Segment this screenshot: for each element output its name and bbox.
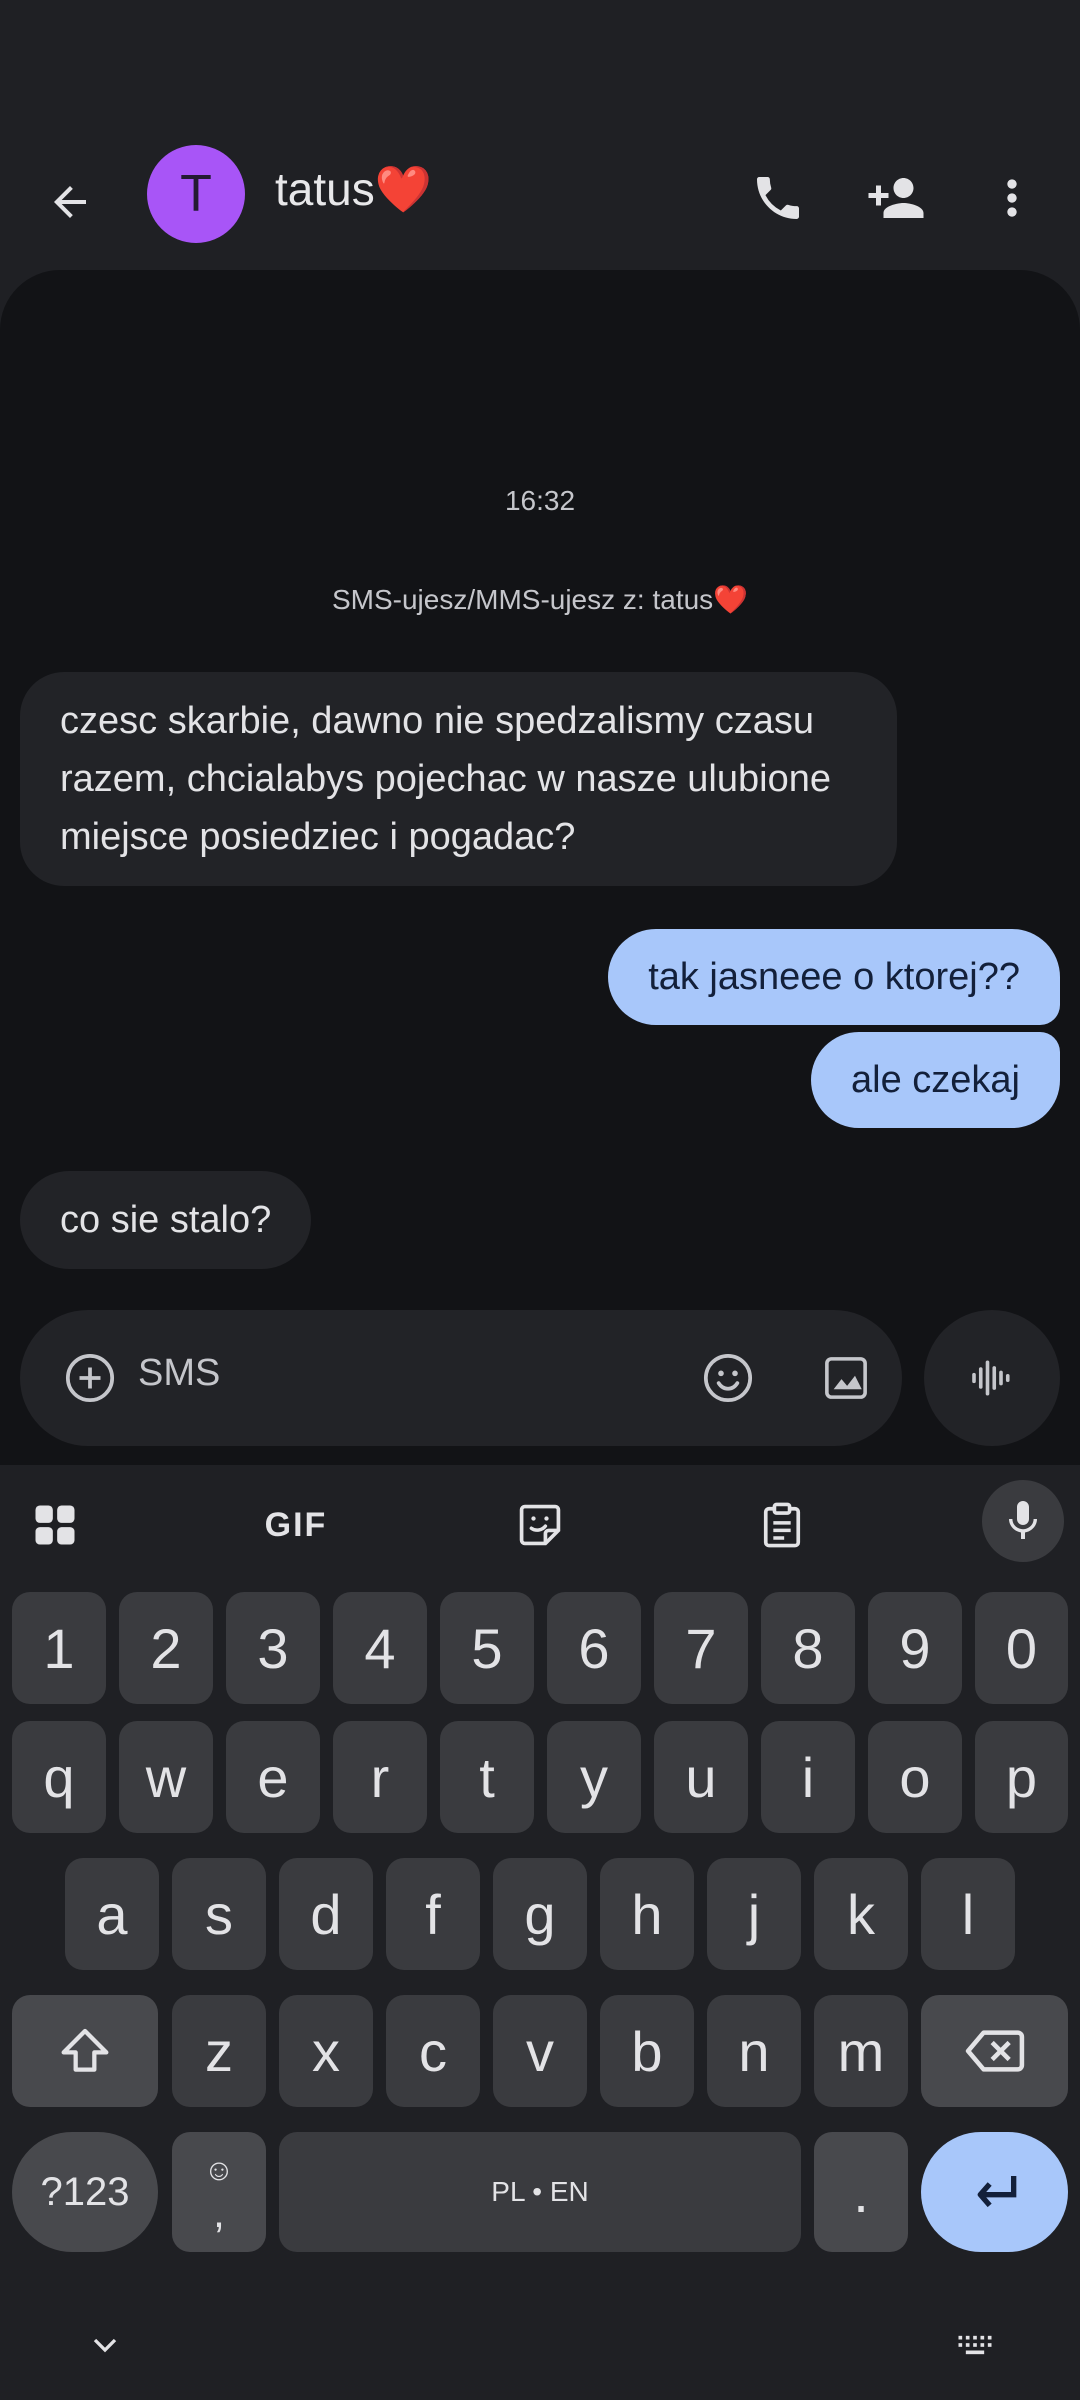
keyboard-apps-button[interactable] (15, 1485, 95, 1565)
avatar-letter: T (180, 165, 212, 223)
emoji-comma-key[interactable]: ☺ , (172, 2132, 266, 2252)
call-button[interactable] (738, 158, 818, 238)
key-j[interactable]: j (707, 1858, 801, 1970)
person-add-icon (868, 178, 924, 218)
more-vert-icon (1007, 179, 1017, 217)
message-incoming[interactable]: co sie stalo? (20, 1171, 312, 1269)
key-g[interactable]: g (493, 1858, 587, 1970)
key-k[interactable]: k (814, 1858, 908, 1970)
key-d[interactable]: d (279, 1858, 373, 1970)
image-icon (825, 1357, 867, 1399)
key-i[interactable]: i (761, 1721, 855, 1833)
status-bar (0, 0, 1080, 120)
enter-icon (977, 2176, 1016, 2208)
key-n[interactable]: n (707, 1995, 801, 2107)
key-c[interactable]: c (386, 1995, 480, 2107)
key-m[interactable]: m (814, 1995, 908, 2107)
symbols-key[interactable]: ?123 (12, 2132, 158, 2252)
gallery-button[interactable] (806, 1338, 886, 1418)
emoji-button[interactable] (688, 1338, 768, 1418)
key-p[interactable]: p (975, 1721, 1068, 1833)
emoji-icon (703, 1353, 753, 1403)
message-outgoing[interactable]: ale czekaj (811, 1032, 1060, 1128)
grid-icon (35, 1505, 75, 1545)
shift-icon (61, 2028, 109, 2072)
gif-button[interactable]: GIF (256, 1485, 336, 1565)
key-f[interactable]: f (386, 1858, 480, 1970)
key-6[interactable]: 6 (547, 1592, 641, 1704)
key-3[interactable]: 3 (226, 1592, 320, 1704)
key-h[interactable]: h (600, 1858, 694, 1970)
hide-keyboard-button[interactable] (65, 2315, 145, 2375)
key-1[interactable]: 1 (12, 1592, 106, 1704)
message-outgoing[interactable]: tak jasneee o ktorej?? (608, 929, 1060, 1025)
message-input[interactable]: SMS (138, 1352, 220, 1395)
key-4[interactable]: 4 (333, 1592, 427, 1704)
key-7[interactable]: 7 (654, 1592, 748, 1704)
keyboard: GIF 1 2 3 4 5 6 7 8 9 0 q w e r t y u i … (0, 1465, 1080, 2400)
keyboard-voice-button[interactable] (982, 1480, 1064, 1562)
compose-bar: SMS (20, 1310, 902, 1446)
contact-name[interactable]: tatus❤️ (275, 162, 432, 217)
key-e[interactable]: e (226, 1721, 320, 1833)
mic-icon (1009, 1501, 1037, 1539)
period-key[interactable]: . (814, 2132, 908, 2252)
emoji-key-icon: ☺ (203, 2154, 235, 2187)
phone-icon (757, 177, 799, 219)
add-contact-button[interactable] (856, 158, 936, 238)
key-x[interactable]: x (279, 1995, 373, 2107)
conversation: 16:32 SMS-ujesz/MMS-ujesz z: tatus❤️ cze… (0, 270, 1080, 1465)
message-timestamp: 16:32 (504, 485, 576, 516)
key-q[interactable]: q (12, 1721, 106, 1833)
sms-info: SMS-ujesz/MMS-ujesz z: tatus❤️ (331, 584, 749, 615)
enter-key[interactable] (921, 2132, 1068, 2252)
more-options-button[interactable] (972, 158, 1052, 238)
chevron-down-icon (93, 2338, 117, 2353)
sticker-icon (519, 1504, 561, 1546)
key-w[interactable]: w (119, 1721, 213, 1833)
key-s[interactable]: s (172, 1858, 266, 1970)
clipboard-icon (763, 1502, 801, 1548)
avatar[interactable]: T (147, 145, 245, 243)
sticker-button[interactable] (500, 1485, 580, 1565)
key-5[interactable]: 5 (440, 1592, 534, 1704)
key-8[interactable]: 8 (761, 1592, 855, 1704)
key-b[interactable]: b (600, 1995, 694, 2107)
key-9[interactable]: 9 (868, 1592, 962, 1704)
backspace-icon (965, 2030, 1024, 2072)
space-key[interactable]: PL • EN (279, 2132, 801, 2252)
add-circle-icon (65, 1353, 115, 1403)
backspace-key[interactable] (921, 1995, 1068, 2107)
key-z[interactable]: z (172, 1995, 266, 2107)
key-o[interactable]: o (868, 1721, 962, 1833)
key-t[interactable]: t (440, 1721, 534, 1833)
key-r[interactable]: r (333, 1721, 427, 1833)
switch-keyboard-button[interactable] (935, 2315, 1015, 2375)
key-v[interactable]: v (493, 1995, 587, 2107)
key-a[interactable]: a (65, 1858, 159, 1970)
keyboard-icon (958, 2335, 992, 2355)
shift-key[interactable] (12, 1995, 158, 2107)
comma-label: , (213, 2189, 225, 2236)
voice-message-button[interactable] (924, 1310, 1060, 1446)
arrow-back-icon (54, 186, 86, 218)
voice-waveform-icon (972, 1360, 1010, 1396)
back-button[interactable] (30, 162, 110, 242)
key-0[interactable]: 0 (975, 1592, 1068, 1704)
key-l[interactable]: l (921, 1858, 1015, 1970)
attach-button[interactable] (50, 1338, 130, 1418)
app-bar: T tatus❤️ (0, 120, 1080, 270)
key-y[interactable]: y (547, 1721, 641, 1833)
message-incoming[interactable]: czesc skarbie, dawno nie spedzalismy cza… (20, 672, 897, 886)
clipboard-button[interactable] (742, 1485, 822, 1565)
key-2[interactable]: 2 (119, 1592, 213, 1704)
key-u[interactable]: u (654, 1721, 748, 1833)
